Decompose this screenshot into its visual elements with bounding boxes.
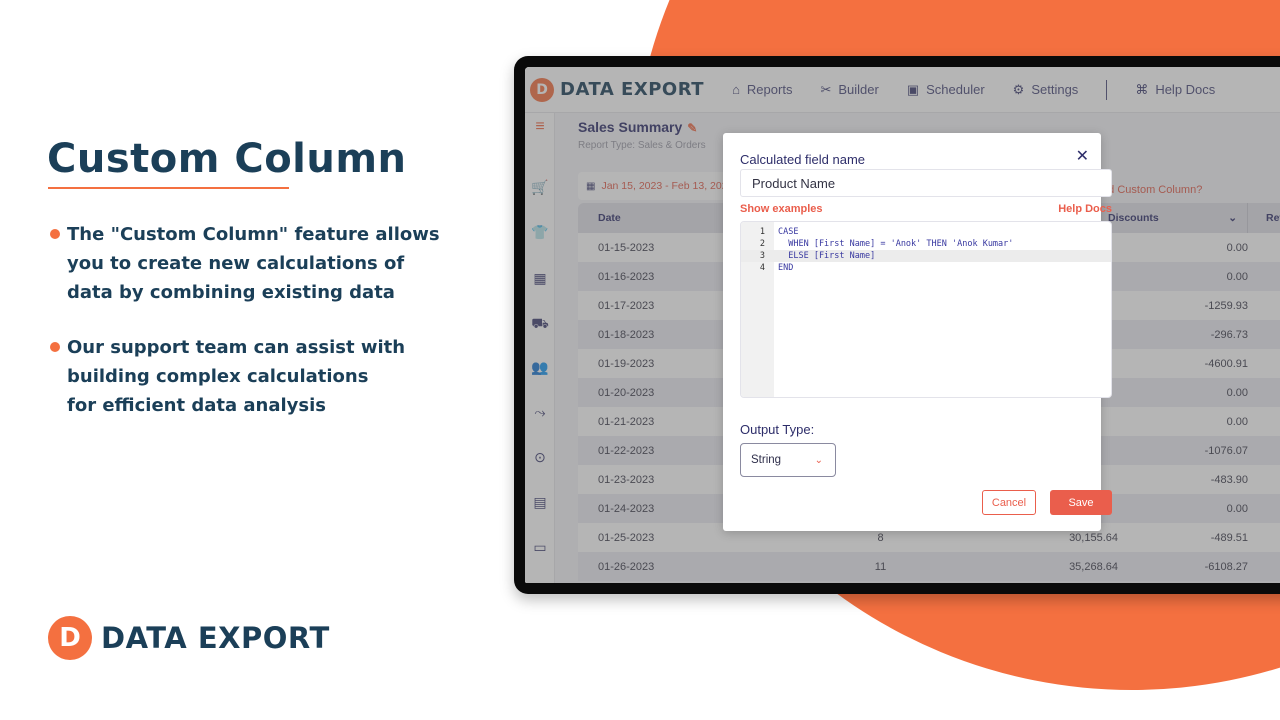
show-examples-link[interactable]: Show examples xyxy=(740,203,823,215)
calculated-field-modal: Calculated field name ✕ Show examples He… xyxy=(723,133,1112,531)
bullet-text: The "Custom Column" feature allows xyxy=(67,224,440,245)
save-button[interactable]: Save xyxy=(1050,490,1112,515)
bullet-text: for efficient data analysis xyxy=(67,395,327,416)
bullet-text: Our support team can assist with xyxy=(67,337,406,358)
laptop-frame: D DATA EXPORT ⌂ Reports ✂ Builder ▣ Sche… xyxy=(514,56,1280,594)
cancel-button[interactable]: Cancel xyxy=(982,490,1036,515)
bullet-dot-icon xyxy=(50,342,60,352)
line-number: 4 xyxy=(759,263,765,273)
logo-mark-icon: D xyxy=(48,616,92,660)
brand-logo: D DATA EXPORT xyxy=(48,616,330,660)
code-line[interactable]: 4 END xyxy=(741,262,1111,274)
close-icon[interactable]: ✕ xyxy=(1076,146,1089,166)
output-type-select[interactable]: String ⌄ xyxy=(740,443,836,477)
logo-text: DATA EXPORT xyxy=(101,621,330,655)
output-type-value: String xyxy=(751,454,782,466)
app-screen: D DATA EXPORT ⌂ Reports ✂ Builder ▣ Sche… xyxy=(525,67,1280,583)
field-name-label: Calculated field name xyxy=(740,152,866,167)
code-line[interactable]: 2 WHEN [First Name] = 'Anok' THEN 'Anok … xyxy=(741,238,1111,250)
code-text: WHEN [First Name] = 'Anok' THEN 'Anok Ku… xyxy=(778,239,1014,249)
bullet-text: data by combining existing data xyxy=(67,282,395,303)
field-name-input[interactable] xyxy=(740,169,1112,197)
chevron-down-icon: ⌄ xyxy=(814,454,823,466)
line-number: 1 xyxy=(759,227,765,237)
bullet-dot-icon xyxy=(50,229,60,239)
bullet-item: Our support team can assist with buildin… xyxy=(48,333,468,420)
code-text: END xyxy=(778,263,794,273)
page-title: Custom Column xyxy=(47,136,407,182)
bullet-item: The "Custom Column" feature allows you t… xyxy=(48,220,468,307)
bullet-text: building complex calculations xyxy=(67,366,369,387)
feature-bullets: The "Custom Column" feature allows you t… xyxy=(48,220,468,446)
bullet-text: you to create new calculations of xyxy=(67,253,405,274)
help-docs-link[interactable]: Help Docs xyxy=(1058,203,1112,215)
line-number: 2 xyxy=(759,239,765,249)
formula-editor[interactable]: 1 CASE 2 WHEN [First Name] = 'Anok' THEN '… xyxy=(740,221,1112,398)
code-line[interactable]: 3 ELSE [First Name] xyxy=(741,250,1111,262)
code-text: ELSE [First Name] xyxy=(778,251,876,261)
code-text: CASE xyxy=(778,227,799,237)
code-line[interactable]: 1 CASE xyxy=(741,226,1111,238)
output-type-label: Output Type: xyxy=(740,422,815,437)
title-underline xyxy=(48,187,289,189)
line-number: 3 xyxy=(759,251,765,261)
